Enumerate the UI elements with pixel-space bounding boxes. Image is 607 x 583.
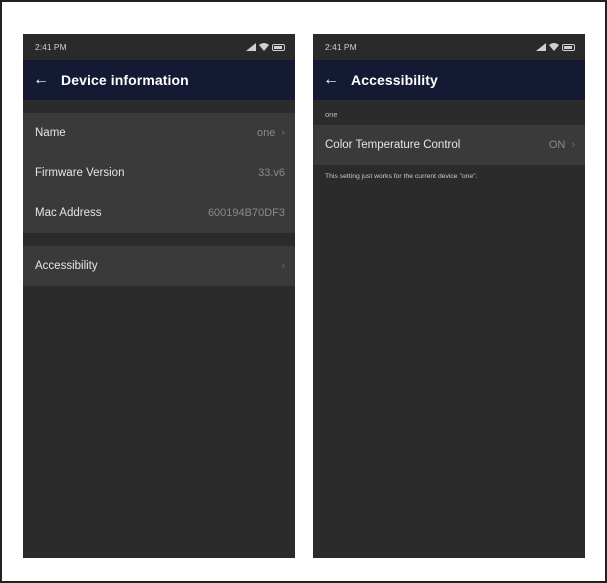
- firmware-version-row: Firmware Version 33.v6: [23, 153, 295, 193]
- spacer: [23, 100, 295, 113]
- back-arrow-icon[interactable]: ←: [323, 72, 351, 88]
- wifi-icon: [259, 43, 269, 51]
- device-info-group: Name one › Firmware Version 33.v6 Mac Ad…: [23, 113, 295, 233]
- app-bar: ← Device information: [23, 60, 295, 100]
- status-icons: [246, 43, 285, 51]
- firmware-version-value: 33.v6: [258, 167, 285, 179]
- status-icons: [536, 43, 575, 51]
- accessibility-label: Accessibility: [35, 260, 98, 272]
- device-section-label: one: [325, 110, 338, 119]
- color-temperature-control-label: Color Temperature Control: [325, 139, 461, 151]
- color-temperature-control-row[interactable]: Color Temperature Control ON ›: [313, 125, 585, 165]
- chevron-right-icon: ›: [281, 127, 285, 139]
- battery-icon: [272, 43, 285, 51]
- back-arrow-icon[interactable]: ←: [33, 72, 61, 88]
- color-temperature-control-value: ON: [548, 139, 566, 151]
- status-bar: 2:41 PM: [313, 34, 585, 60]
- signal-icon: [246, 43, 256, 51]
- name-row[interactable]: Name one ›: [23, 113, 295, 153]
- battery-icon: [562, 43, 575, 51]
- accessibility-row[interactable]: Accessibility ›: [23, 246, 295, 286]
- firmware-version-label: Firmware Version: [35, 167, 125, 179]
- name-value: one: [256, 127, 276, 139]
- page-title: Accessibility: [351, 72, 438, 88]
- app-bar: ← Accessibility: [313, 60, 585, 100]
- device-information-screen: 2:41 PM ← Device information Name one › …: [23, 34, 295, 558]
- chevron-right-icon: ›: [281, 260, 285, 272]
- signal-icon: [536, 43, 546, 51]
- mac-address-value: 600194B70DF3: [207, 207, 285, 219]
- status-time: 2:41 PM: [35, 42, 67, 52]
- accessibility-group: Accessibility ›: [23, 246, 295, 286]
- setting-note: This setting just works for the current …: [325, 173, 478, 180]
- wifi-icon: [549, 43, 559, 51]
- name-label: Name: [35, 127, 66, 139]
- mac-address-row: Mac Address 600194B70DF3: [23, 193, 295, 233]
- spacer: [23, 233, 295, 246]
- mac-address-label: Mac Address: [35, 207, 102, 219]
- status-bar: 2:41 PM: [23, 34, 295, 60]
- chevron-right-icon: ›: [571, 139, 575, 151]
- page-title: Device information: [61, 72, 189, 88]
- setting-group: Color Temperature Control ON ›: [313, 125, 585, 165]
- accessibility-screen: 2:41 PM ← Accessibility one Color Temper…: [313, 34, 585, 558]
- status-time: 2:41 PM: [325, 42, 357, 52]
